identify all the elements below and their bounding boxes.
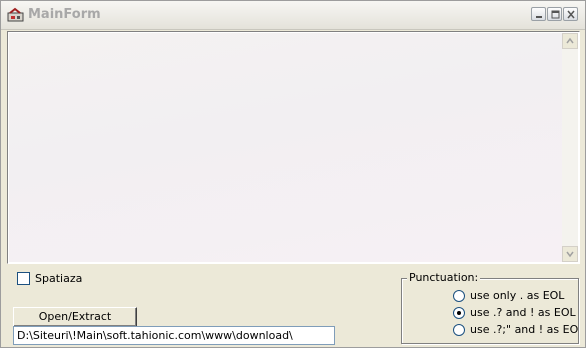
radio-selected-dot	[457, 311, 461, 315]
close-icon	[567, 10, 575, 19]
main-window: MainForm Spatiaza Open/Extract D:\Siteur…	[0, 0, 586, 348]
punctuation-group-title: Punctuation:	[407, 271, 481, 284]
scroll-up-button[interactable]	[562, 33, 578, 49]
minimize-button[interactable]	[531, 7, 546, 21]
radio-label: use .? and ! as EOL	[470, 306, 576, 319]
maximize-button[interactable]	[547, 7, 562, 21]
maximize-icon	[551, 10, 560, 19]
radio-button[interactable]	[453, 307, 465, 319]
app-icon	[6, 7, 26, 23]
radio-label: use only . as EOL	[470, 289, 565, 302]
chevron-down-icon	[566, 251, 574, 258]
radio-label: use .?;" and ! as EO	[470, 323, 579, 336]
open-extract-button[interactable]: Open/Extract	[13, 307, 137, 327]
spatiaza-label: Spatiaza	[35, 272, 83, 285]
radio-button[interactable]	[453, 324, 465, 336]
path-field[interactable]: D:\Siteuri\!Main\soft.tahionic.com\www\d…	[13, 326, 335, 345]
spatiaza-checkbox[interactable]	[17, 272, 30, 285]
chevron-up-icon	[566, 37, 574, 44]
title-bar[interactable]: MainForm	[1, 1, 585, 30]
scroll-down-button[interactable]	[562, 246, 578, 262]
text-memo[interactable]	[7, 31, 580, 264]
close-button[interactable]	[563, 7, 578, 21]
minimize-icon	[536, 16, 542, 18]
window-title: MainForm	[28, 7, 101, 22]
memo-content[interactable]	[9, 33, 562, 262]
radio-button[interactable]	[453, 290, 465, 302]
vertical-scrollbar[interactable]	[562, 33, 578, 262]
